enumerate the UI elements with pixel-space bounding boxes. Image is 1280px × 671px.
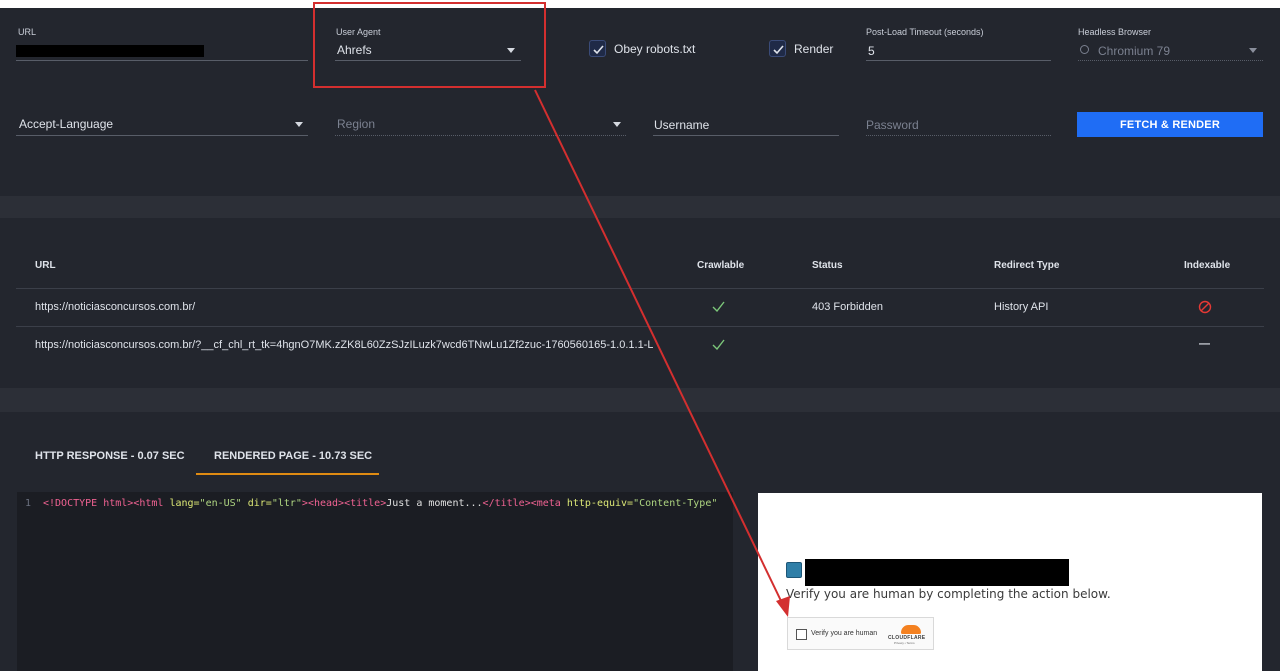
accept-language-select[interactable]: Accept-Language [16, 114, 308, 136]
url-label: URL [18, 27, 37, 37]
render-checkbox[interactable] [769, 40, 786, 57]
chevron-down-icon [295, 122, 303, 127]
column-header-redirect-type[interactable]: Redirect Type [994, 260, 1059, 271]
code-text: <!DOCTYPE html><html lang="en-US" dir="l… [43, 498, 718, 509]
table-divider [16, 326, 1264, 327]
redacted-url [16, 45, 204, 57]
chromium-icon [1080, 45, 1089, 54]
human-verification-label: Verify you are human [811, 630, 878, 637]
cloud-icon [901, 625, 921, 634]
site-favicon-icon [786, 562, 802, 578]
headless-browser-select[interactable]: Chromium 79 [1078, 41, 1263, 61]
cloudflare-logo: CLOUDFLARE Privacy • Terms [888, 624, 928, 646]
active-tab-indicator [196, 473, 379, 475]
username-input[interactable]: Username [653, 114, 839, 136]
row-url[interactable]: https://noticiasconcursos.com.br/ [35, 301, 665, 313]
row-url[interactable]: https://noticiasconcursos.com.br/?__cf_c… [35, 339, 653, 351]
password-input[interactable]: Password [866, 114, 1051, 136]
password-placeholder: Password [866, 118, 919, 132]
tab-rendered-page[interactable]: RENDERED PAGE - 10.73 SEC [214, 450, 372, 462]
column-header-crawlable[interactable]: Crawlable [697, 260, 744, 271]
code-editor[interactable]: 1 <!DOCTYPE html><html lang="en-US" dir=… [17, 492, 733, 671]
chevron-down-icon [1249, 48, 1257, 53]
fetch-render-button[interactable]: FETCH & RENDER [1077, 112, 1263, 137]
redacted-site-name [805, 559, 1069, 586]
section-divider [0, 196, 1280, 218]
timeout-value: 5 [868, 44, 875, 58]
line-number: 1 [25, 498, 32, 509]
region-select[interactable]: Region [335, 114, 626, 136]
headless-browser-value: Chromium 79 [1098, 44, 1171, 58]
annotation-highlight-box [313, 2, 546, 88]
column-header-url[interactable]: URL [35, 260, 56, 271]
timeout-label: Post-Load Timeout (seconds) [866, 27, 984, 37]
row-status: 403 Forbidden [812, 301, 883, 313]
tab-http-response[interactable]: HTTP RESPONSE - 0.07 SEC [35, 450, 185, 462]
cloudflare-challenge-widget[interactable]: Verify you are human CLOUDFLARE Privacy … [787, 617, 934, 650]
check-icon [712, 339, 725, 350]
chevron-down-icon [613, 122, 621, 127]
column-header-status[interactable]: Status [812, 260, 843, 271]
timeout-input[interactable]: 5 [866, 41, 1051, 61]
obey-robots-checkbox[interactable] [589, 40, 606, 57]
username-placeholder: Username [654, 118, 710, 132]
row-redirect-type: History API [994, 301, 1049, 313]
section-divider [0, 388, 1280, 412]
row-indexable-dash: — [1199, 338, 1210, 350]
region-placeholder: Region [337, 117, 376, 131]
check-icon [773, 45, 784, 55]
check-icon [593, 45, 604, 55]
url-input[interactable] [16, 41, 308, 61]
obey-robots-label: Obey robots.txt [614, 42, 696, 56]
headless-browser-label: Headless Browser [1078, 27, 1152, 37]
table-divider [16, 288, 1264, 289]
check-icon [712, 301, 725, 312]
top-strip [0, 0, 1280, 8]
verify-human-text: Verify you are human by completing the a… [786, 587, 1111, 601]
column-header-indexable[interactable]: Indexable [1184, 260, 1230, 271]
accept-language-placeholder: Accept-Language [19, 117, 114, 131]
not-indexable-icon [1198, 300, 1212, 314]
human-verification-checkbox[interactable] [796, 629, 807, 640]
render-label: Render [794, 42, 834, 56]
